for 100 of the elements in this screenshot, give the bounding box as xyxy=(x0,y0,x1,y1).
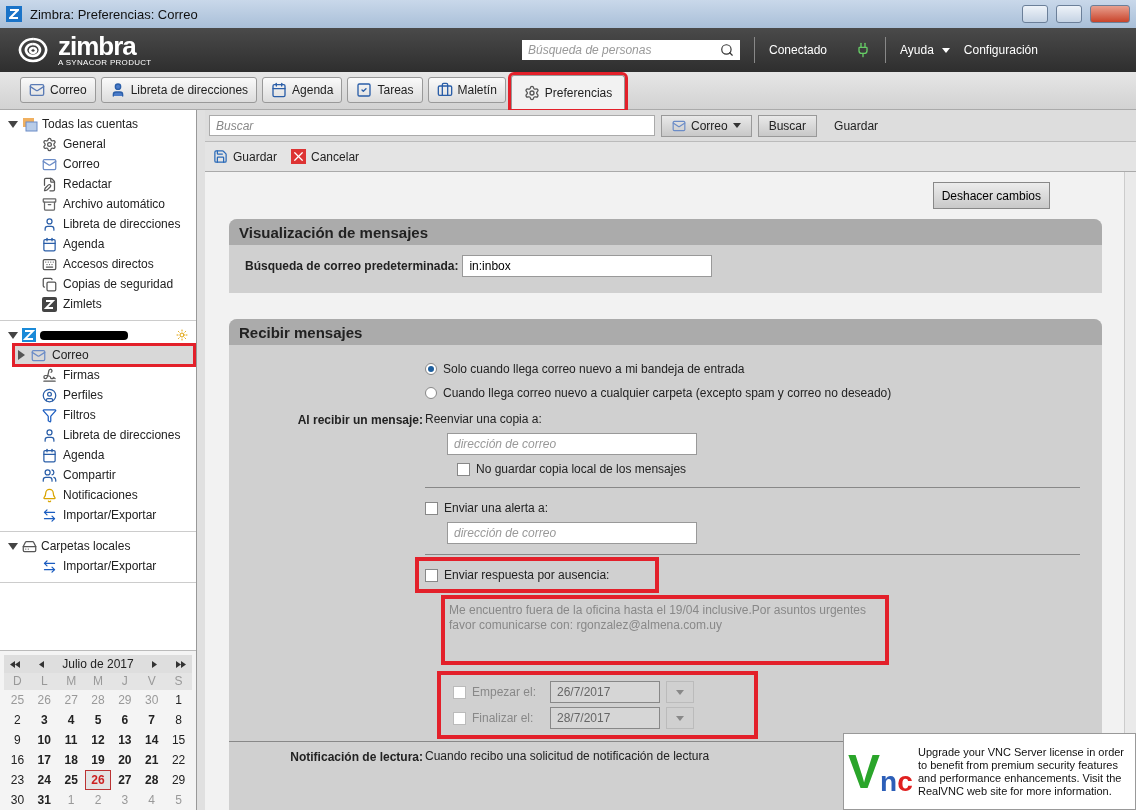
calendar-day[interactable]: 13 xyxy=(111,730,139,750)
sidebar-item[interactable]: Correo xyxy=(14,345,194,365)
calendar-day[interactable]: 8 xyxy=(165,710,192,730)
sidebar-item[interactable]: Compartir xyxy=(0,465,196,485)
calendar-day[interactable]: 14 xyxy=(138,730,166,750)
calendar-day[interactable]: 31 xyxy=(30,790,58,810)
date-field[interactable]: 28/7/2017 xyxy=(550,707,660,729)
tree-group-label[interactable]: Todas las cuentas xyxy=(42,117,139,131)
signature-icon xyxy=(42,367,57,383)
checkbox[interactable] xyxy=(425,501,438,515)
checkbox[interactable] xyxy=(453,711,466,725)
checkbox[interactable] xyxy=(453,685,466,699)
caret-icon xyxy=(676,715,684,721)
field-label: Al recibir un mensaje: xyxy=(297,413,423,427)
right-arrow-icon[interactable] xyxy=(152,660,158,668)
field-label: Notificación de lectura: xyxy=(290,750,423,764)
calendar-day[interactable]: 3 xyxy=(30,710,58,730)
calendar-day[interactable]: 17 xyxy=(30,750,58,770)
sidebar-item[interactable]: Importar/Exportar xyxy=(0,556,196,576)
help-menu[interactable]: Ayuda xyxy=(900,43,934,57)
calendar-day[interactable]: 29 xyxy=(165,770,192,790)
calendar-day[interactable]: 26 xyxy=(84,770,112,790)
calendar-day[interactable]: 22 xyxy=(165,750,192,770)
close-button[interactable] xyxy=(1090,5,1130,23)
filter-icon xyxy=(42,407,57,423)
app-tab[interactable]: Preferencias xyxy=(510,75,626,109)
date-label: Finalizar el: xyxy=(472,711,535,725)
double-right-arrow-icon[interactable] xyxy=(175,660,186,668)
save-button[interactable]: Guardar xyxy=(213,149,278,164)
sidebar-item[interactable]: Correo xyxy=(0,154,196,174)
calendar-day[interactable]: 24 xyxy=(30,770,58,790)
calendar-day[interactable]: 19 xyxy=(84,750,112,770)
sidebar-item[interactable]: Notificaciones xyxy=(0,485,196,505)
checkbox[interactable] xyxy=(425,568,438,582)
alert-address-field[interactable]: dirección de correo xyxy=(447,522,697,544)
search-button[interactable]: Buscar xyxy=(757,114,818,137)
minimize-button[interactable] xyxy=(1022,5,1048,23)
sidebar-item[interactable]: Importar/Exportar xyxy=(0,505,196,525)
app-tab[interactable]: Maletín xyxy=(427,77,506,103)
calendar-day[interactable]: 9 xyxy=(4,730,31,750)
calendar-day[interactable]: 7 xyxy=(138,710,166,730)
sidebar-item[interactable]: Perfiles xyxy=(0,385,196,405)
default-search-field[interactable]: in:inbox xyxy=(462,255,713,277)
calendar-day[interactable]: 23 xyxy=(4,770,31,790)
calendar-day[interactable]: 5 xyxy=(84,710,112,730)
expand-caret-icon[interactable] xyxy=(8,542,18,550)
calendar-day[interactable]: 20 xyxy=(111,750,139,770)
sidebar-item[interactable]: Accesos directos xyxy=(0,254,196,274)
sidebar-item[interactable]: Copias de seguridad xyxy=(0,274,196,294)
sidebar-item[interactable]: Agenda xyxy=(0,445,196,465)
expand-arrow-icon[interactable] xyxy=(18,350,25,360)
logo-tagline: A SYNACOR PRODUCT xyxy=(58,59,152,67)
app-tab[interactable]: Libreta de direcciones xyxy=(100,77,258,103)
search-scope-dropdown[interactable]: Correo xyxy=(661,114,752,137)
dropdown-button[interactable] xyxy=(666,707,694,729)
sidebar-item[interactable]: General xyxy=(0,134,196,154)
calendar-day[interactable]: 10 xyxy=(30,730,58,750)
dropdown-button[interactable] xyxy=(666,681,694,703)
double-left-arrow-icon[interactable] xyxy=(10,660,20,668)
calendar-day[interactable]: 30 xyxy=(4,790,31,810)
sidebar-item[interactable]: Firmas xyxy=(0,365,196,385)
checkbox-icon xyxy=(356,82,373,98)
app-tab[interactable]: Correo xyxy=(20,77,96,103)
calendar-day[interactable]: 4 xyxy=(57,710,85,730)
radio-button[interactable] xyxy=(425,363,437,375)
save-search-button[interactable]: Guardar xyxy=(823,114,890,137)
settings-menu[interactable]: Configuración xyxy=(963,43,1038,57)
forward-address-field[interactable]: dirección de correo xyxy=(447,433,697,455)
calendar-day[interactable]: 6 xyxy=(111,710,139,730)
undo-changes-button[interactable]: Deshacer cambios xyxy=(932,182,1050,209)
calendar-day[interactable]: 1 xyxy=(165,690,192,710)
calendar-day[interactable]: 12 xyxy=(84,730,112,750)
tree-group-label[interactable]: Carpetas locales xyxy=(41,539,131,553)
cancel-button[interactable]: Cancelar xyxy=(291,149,360,164)
calendar-day[interactable]: 21 xyxy=(138,750,166,770)
sidebar-item[interactable]: Agenda xyxy=(0,234,196,254)
sidebar-item[interactable]: Libreta de direcciones xyxy=(0,425,196,445)
date-field[interactable]: 26/7/2017 xyxy=(550,681,660,703)
search-field[interactable]: Buscar xyxy=(209,115,655,136)
calendar-day[interactable]: 15 xyxy=(165,730,192,750)
calendar-day[interactable]: 16 xyxy=(4,750,31,770)
sidebar-item[interactable]: Libreta de direcciones xyxy=(0,214,196,234)
app-tab[interactable]: Agenda xyxy=(262,77,343,103)
settings-icon xyxy=(42,136,57,152)
calendar-day[interactable]: 28 xyxy=(138,770,166,790)
radio-button[interactable] xyxy=(425,387,437,399)
sidebar-item[interactable]: Redactar xyxy=(0,174,196,194)
calendar-day[interactable]: 11 xyxy=(57,730,85,750)
left-arrow-icon[interactable] xyxy=(38,660,44,668)
sidebar-item[interactable]: Archivo automático xyxy=(0,194,196,214)
splitter-handle[interactable] xyxy=(197,110,205,810)
calendar-day[interactable]: 25 xyxy=(57,770,85,790)
app-tab[interactable]: Tareas xyxy=(347,77,423,103)
calendar-day[interactable]: 2 xyxy=(4,710,31,730)
calendar-day[interactable]: 18 xyxy=(57,750,85,770)
sidebar-item[interactable]: Filtros xyxy=(0,405,196,425)
sidebar-item[interactable]: Zimlets xyxy=(0,294,196,314)
checkbox[interactable] xyxy=(457,462,470,476)
calendar-day[interactable]: 27 xyxy=(111,770,139,790)
restore-button[interactable] xyxy=(1056,5,1082,23)
